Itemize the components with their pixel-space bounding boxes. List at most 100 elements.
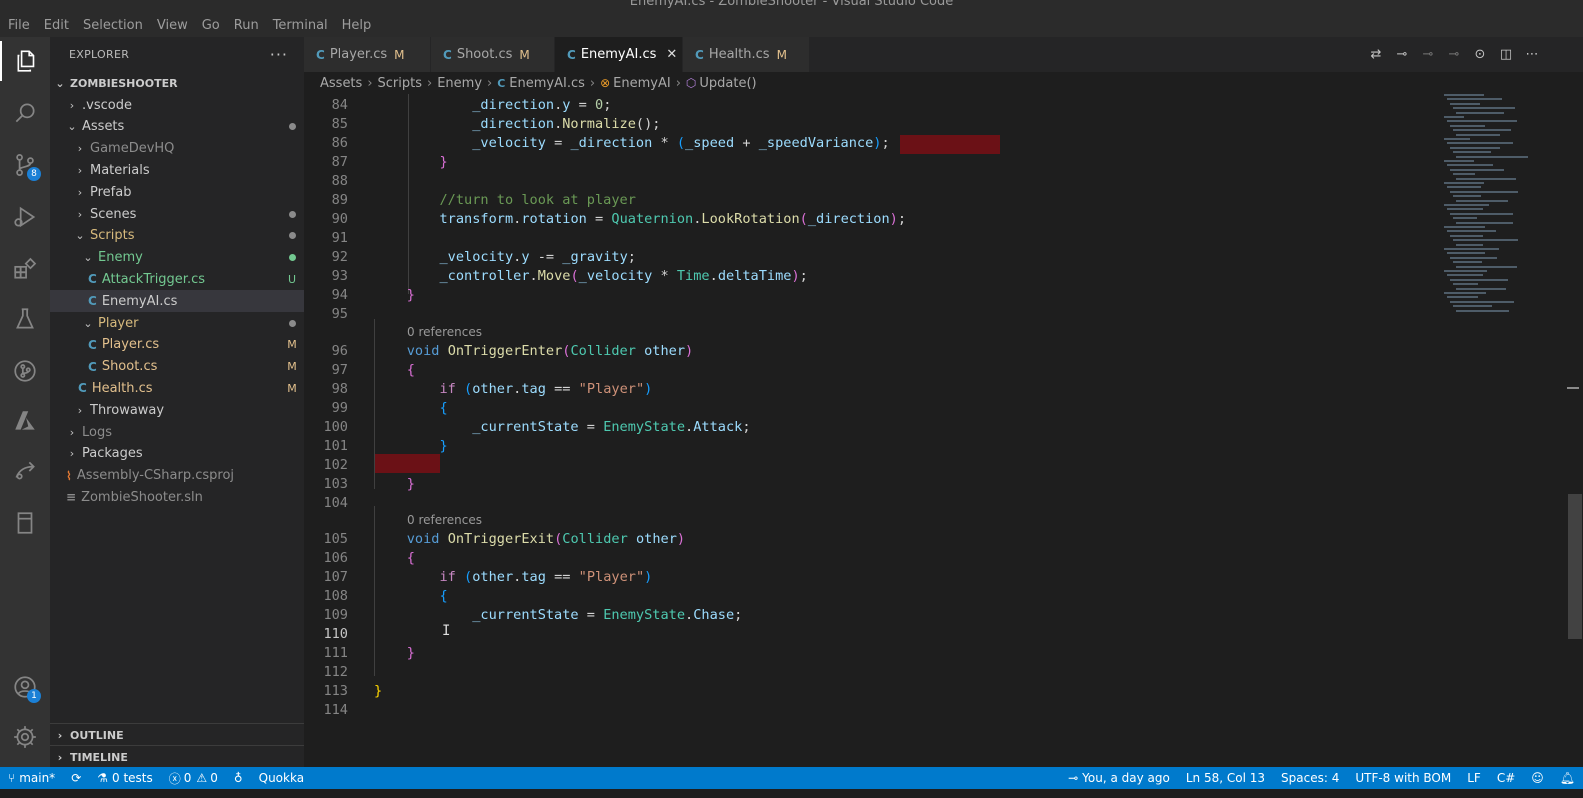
breadcrumb-scripts[interactable]: Scripts [378,76,422,91]
problems-indicator[interactable]: ⓧ 0 ⚠ 0 [161,770,226,787]
cursor-position[interactable]: Ln 58, Col 13 [1178,771,1273,785]
minimap-line [1444,248,1499,250]
notifications-bell-icon[interactable]: 🔔︎ [1552,771,1583,785]
tab-player-cs[interactable]: C Player.cs M [304,37,431,72]
menu-run[interactable]: Run [227,18,266,33]
git-commit-icon[interactable]: ⊸ [1389,44,1415,66]
branch-indicator[interactable]: ⑂ main* [0,771,63,785]
extensions-icon[interactable] [0,249,50,289]
tree-item-label: Player [98,315,139,331]
tree-item[interactable]: C EnemyAI.cs [50,290,304,313]
breadcrumb-file[interactable]: EnemyAI.cs [509,76,585,91]
menu-go[interactable]: Go [195,18,227,33]
search-icon[interactable] [0,93,50,133]
tree-item[interactable]: › Throwaway [50,399,304,421]
code-token: ) [889,211,898,227]
workspace-root[interactable]: ⌄ ZOMBIESHOOTER [50,72,304,94]
open-changes-icon[interactable]: ⇄ [1363,44,1389,66]
tree-item[interactable]: ⌇ Assembly-CSharp.csproj [50,465,304,487]
minimap-line [1447,142,1513,145]
code-token: other [472,569,514,585]
code-token: _controller [439,268,530,284]
remote-explorer-icon[interactable] [0,451,50,491]
sync-button[interactable]: ⟳ [63,771,89,785]
menu-view[interactable]: View [150,18,195,33]
tree-item[interactable]: › Materials [50,159,304,181]
vertical-scrollbar[interactable] [1568,494,1582,639]
tree-item[interactable]: ⌄ Enemy [50,247,304,269]
run-debug-icon[interactable] [0,197,50,237]
git-blame-icon[interactable]: ⊙ [1467,44,1493,66]
menu-selection[interactable]: Selection [76,18,150,33]
menu-terminal[interactable]: Terminal [266,18,335,33]
tree-item[interactable]: › Logs [50,421,304,443]
codelens-references[interactable]: 0 references [407,511,482,529]
code-token: . [685,607,694,623]
tree-item[interactable]: C AttackTrigger.cs U [50,268,304,290]
tree-item[interactable]: ⌄ Assets [50,116,304,138]
split-editor-icon[interactable]: ◫ [1493,44,1519,66]
tab-enemyai-cs[interactable]: C EnemyAI.cs ✕ [555,37,683,72]
line-number: 108 [323,588,348,604]
testing-icon[interactable] [0,299,50,339]
quokka-indicator[interactable]: Quokka [251,771,312,785]
chevron-right-icon: › [57,728,63,742]
breadcrumb-method[interactable]: Update() [699,76,756,91]
azure-icon[interactable] [0,401,50,441]
code-token: tag [521,569,546,585]
indentation[interactable]: Spaces: 4 [1273,771,1347,785]
breadcrumb-assets[interactable]: Assets [320,76,362,91]
outline-section[interactable]: › OUTLINE [50,723,304,746]
git-blame-indicator[interactable]: ⊸ You, a day ago [1060,771,1178,785]
previous-change-icon[interactable]: ⊸ [1415,44,1441,66]
tree-item[interactable]: › Packages [50,443,304,465]
encoding[interactable]: UTF-8 with BOM [1347,771,1459,785]
code-token: ) [644,569,653,585]
tree-item[interactable]: › GameDevHQ [50,138,304,160]
menu-file[interactable]: File [0,18,37,33]
tree-item[interactable]: ⌄ Scripts [50,225,304,247]
close-icon[interactable]: ✕ [666,47,677,62]
tests-indicator[interactable]: ⚗ 0 tests [89,771,161,785]
tree-item[interactable]: C Shoot.cs M [50,356,304,378]
code-line: 89 //turn to look at player [304,191,1434,210]
tree-item[interactable]: ⌄ Player [50,312,304,334]
chevron-right-icon: › [589,75,596,91]
tree-item[interactable]: C Health.cs M [50,377,304,399]
minimap-line [1450,102,1480,105]
menu-help[interactable]: Help [335,18,379,33]
more-actions-icon[interactable]: ⋯ [1519,44,1545,66]
gear-icon[interactable] [0,717,50,757]
code-editor[interactable]: 84 _direction.y = 0; 85 _direction.Normal… [304,94,1583,767]
end-of-line[interactable]: LF [1459,771,1489,785]
accounts-icon[interactable]: 1 [0,667,50,707]
explorer-icon[interactable] [0,41,52,81]
editor-actions: ⇄ ⊸ ⊸ ⊸ ⊙ ◫ ⋯ [1363,37,1545,72]
book-icon[interactable] [0,503,50,543]
timeline-section[interactable]: › TIMELINE [50,745,304,768]
live-share-icon[interactable]: ♁ [226,771,251,785]
tree-item[interactable]: › Prefab [50,181,304,203]
tree-item[interactable]: ≡ ZombieShooter.sln [50,486,304,508]
more-actions-icon[interactable]: ··· [270,45,288,64]
csharp-file-icon: C [88,272,97,287]
breadcrumb-enemy[interactable]: Enemy [437,76,482,91]
git-graph-icon[interactable] [0,351,50,391]
csharp-file-icon: C [78,381,87,396]
next-change-icon[interactable]: ⊸ [1441,44,1467,66]
feedback-icon[interactable]: ☺ [1523,771,1552,785]
menu-edit[interactable]: Edit [37,18,76,33]
tree-item[interactable]: › .vscode [50,94,304,116]
language-mode[interactable]: C# [1489,771,1523,785]
tree-item-label: Throwaway [90,402,165,418]
code-line: 100 _currentState = EnemyState.Attack; [304,418,1434,437]
breadcrumb-class[interactable]: EnemyAI [613,76,671,91]
tab-shoot-cs[interactable]: C Shoot.cs M [431,37,555,72]
minimap[interactable] [1440,94,1568,334]
codelens-references[interactable]: 0 references [407,323,482,341]
tab-health-cs[interactable]: C Health.cs M [683,37,810,72]
source-control-icon[interactable]: 8 [0,145,50,185]
code-content: void OnTriggerExit(Collider other) [374,530,685,549]
tree-item[interactable]: › Scenes [50,203,304,225]
tree-item[interactable]: C Player.cs M [50,334,304,356]
